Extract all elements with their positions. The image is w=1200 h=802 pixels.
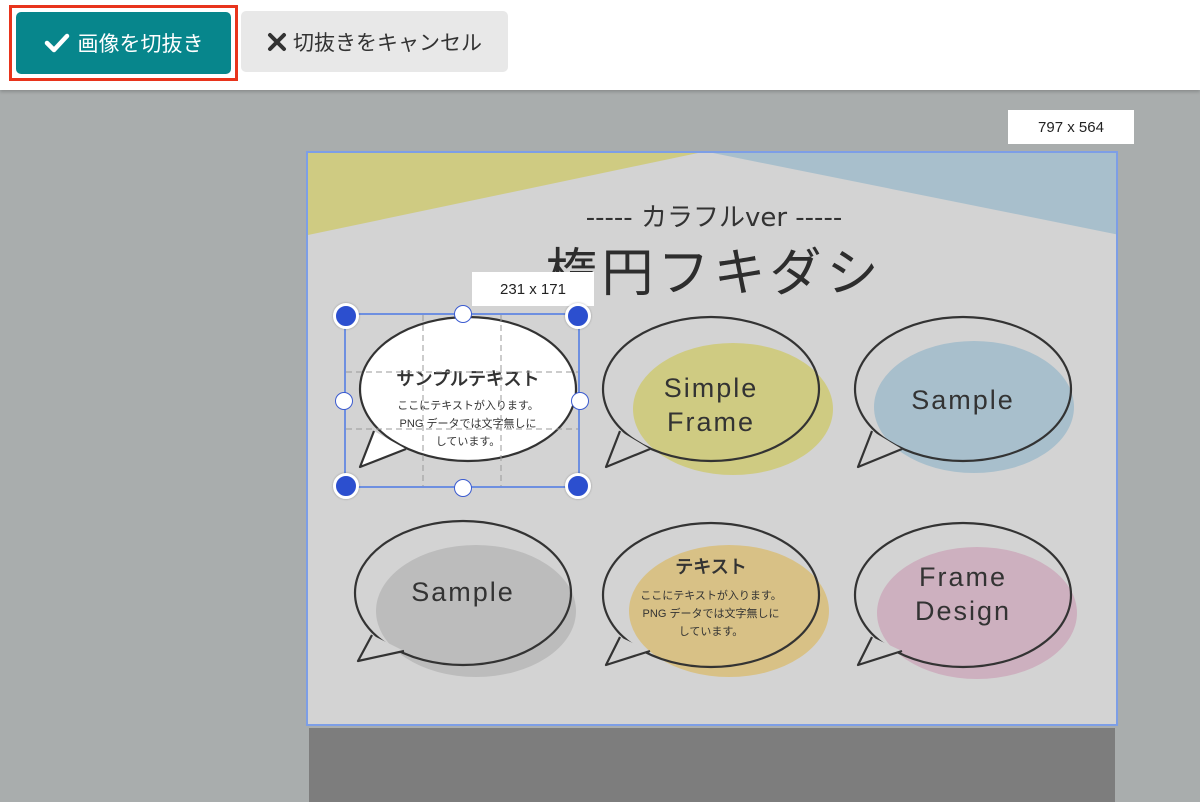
cancel-crop-button[interactable]: 切抜きをキャンセル [241,11,508,72]
crop-image-button[interactable]: 画像を切抜き [16,12,231,74]
bubble-2-text: Simple Frame [663,373,759,437]
bubble-5-text: テキスト ここにテキストが入ります。 PNG データでは文字無しに しています。 [640,557,782,638]
crop-handle-top-right[interactable] [565,303,591,329]
image-size-label: 797 x 564 [1008,110,1134,144]
crop-grid-lines [346,315,578,486]
toolbar: 画像を切抜き 切抜きをキャンセル [0,0,1200,90]
crop-selection[interactable] [344,313,580,488]
crop-handle-right[interactable] [571,392,589,410]
check-icon [44,32,70,54]
crop-handle-bottom[interactable] [454,479,472,497]
cancel-button-label: 切抜きをキャンセル [293,30,482,55]
image-title: 楕円フキダシ [545,244,883,304]
crop-size-label: 231 x 171 [472,272,594,306]
x-icon [267,32,287,52]
image-subtitle: ----- カラフルver ----- [585,203,843,233]
crop-button-highlight: 画像を切抜き [9,5,238,81]
crop-handle-left[interactable] [335,392,353,410]
crop-handle-top-left[interactable] [333,303,359,329]
bubble-3-text: Sample [911,385,1015,415]
crop-handle-bottom-right[interactable] [565,473,591,499]
canvas-overflow-area [309,728,1115,802]
crop-button-label: 画像を切抜き [77,32,204,56]
bubble-4-text: Sample [411,577,515,607]
bubble-6-text: Frame Design [914,562,1012,626]
crop-handle-bottom-left[interactable] [333,473,359,499]
crop-handle-top[interactable] [454,305,472,323]
